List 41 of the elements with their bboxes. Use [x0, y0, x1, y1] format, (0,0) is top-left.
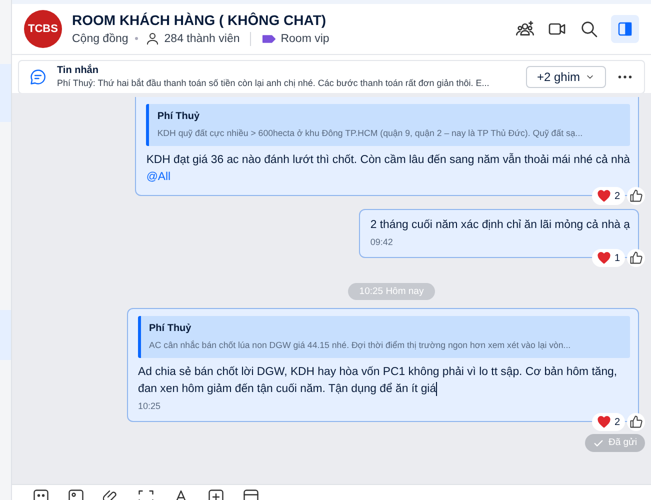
like-button[interactable] — [627, 413, 645, 431]
member-count[interactable]: 284 thành viên — [164, 32, 240, 44]
quote-author: Phí Thuỷ — [149, 322, 192, 335]
reaction-count[interactable]: 2 — [592, 187, 625, 205]
pinned-title: Tin nhắn — [57, 64, 100, 77]
thumbs-up-icon — [629, 415, 643, 429]
sent-status: Đã gửi — [585, 434, 645, 452]
message-text: Ad chia sẻ bán chốt lời DGW, KDH hay hòa vốn PC1 không phải vì lo tt sập. Cơ bản hôm tăng, đan xen hôm giảm đến tận cuối năm. Tận dụng để ăn ít giá — [138, 366, 618, 395]
group-label[interactable]: Room vip — [280, 32, 330, 44]
group-title: ROOM KHÁCH HÀNG ( KHÔNG CHAT) — [72, 12, 328, 28]
heart-icon — [597, 189, 612, 203]
date-divider: 10:25 Hôm nay — [348, 283, 435, 300]
check-icon — [593, 438, 604, 448]
thumbs-up-icon — [629, 251, 643, 265]
chat-bubble-icon — [29, 68, 47, 86]
quote-text: KDH quỹ đất cực nhiều > 600hecta ở khu Đông TP.HCM (quận 9, quận 2 – nay là TP Thủ Đức). Quỹ đất sạ... — [157, 127, 584, 140]
search-icon[interactable] — [579, 19, 599, 39]
quote-author: Phí Thuỷ — [157, 110, 201, 123]
quoted-message[interactable]: Phí Thuỷ AC cân nhắc bán chốt lúa non DGW giá 44.15 nhé. Đợi thời điểm thị trường ngon hơn xem xét vào lại vòn... — [138, 316, 630, 358]
heart-icon — [597, 415, 612, 429]
person-icon — [145, 31, 160, 46]
panel-icon — [616, 20, 634, 38]
quoted-message[interactable]: Phí Thuỷ KDH quỹ đất cực nhiều > 600hecta ở khu Đông TP.HCM (quận 9, quận 2 – nay là TP Thủ Đức). Quỹ đất sạ... — [146, 104, 630, 146]
group-type: Cộng đồng — [72, 32, 128, 44]
like-button[interactable] — [627, 249, 645, 267]
heart-icon — [597, 251, 612, 265]
pinned-message-bar[interactable]: Tin nhắn Phí Thuỷ: Thứ hai bắt đầu thanh toán số tiền còn lại anh chị nhé. Các bước thanh toán rất đơn giản thôi. E... +2 ghim — [18, 60, 645, 94]
thumbs-up-icon — [629, 189, 643, 203]
message-text: 2 tháng cuối năm xác định chỉ ăn lãi mỏng cả nhà ạ — [370, 219, 630, 231]
reaction-count[interactable]: 2 — [592, 413, 625, 431]
like-button[interactable] — [627, 187, 645, 205]
message-time: 09:42 — [370, 237, 394, 248]
pinned-preview: Phí Thuỷ: Thứ hai bắt đầu thanh toán số tiền còn lại anh chị nhé. Các bước thanh toán rất đơn giản thôi. E... — [57, 77, 490, 90]
reaction-count[interactable]: 1 — [592, 249, 625, 267]
sidebar-toggle-button[interactable] — [611, 15, 639, 43]
logo-text: TCBS — [28, 23, 58, 35]
pins-dropdown-button[interactable]: +2 ghim — [526, 66, 606, 88]
message-time: 10:25 — [138, 401, 162, 412]
mention-link[interactable]: @All — [146, 169, 630, 186]
quote-text: AC cân nhắc bán chốt lúa non DGW giá 44.15 nhé. Đợi thời điểm thị trường ngon hơn xem xét vào lại vòn... — [149, 339, 572, 352]
message-text: KDH đạt giá 36 ac nào đánh lướt thì chốt. Còn cầm lâu đến sang năm vẫn thoải mái nhé cả nhà — [146, 154, 630, 166]
